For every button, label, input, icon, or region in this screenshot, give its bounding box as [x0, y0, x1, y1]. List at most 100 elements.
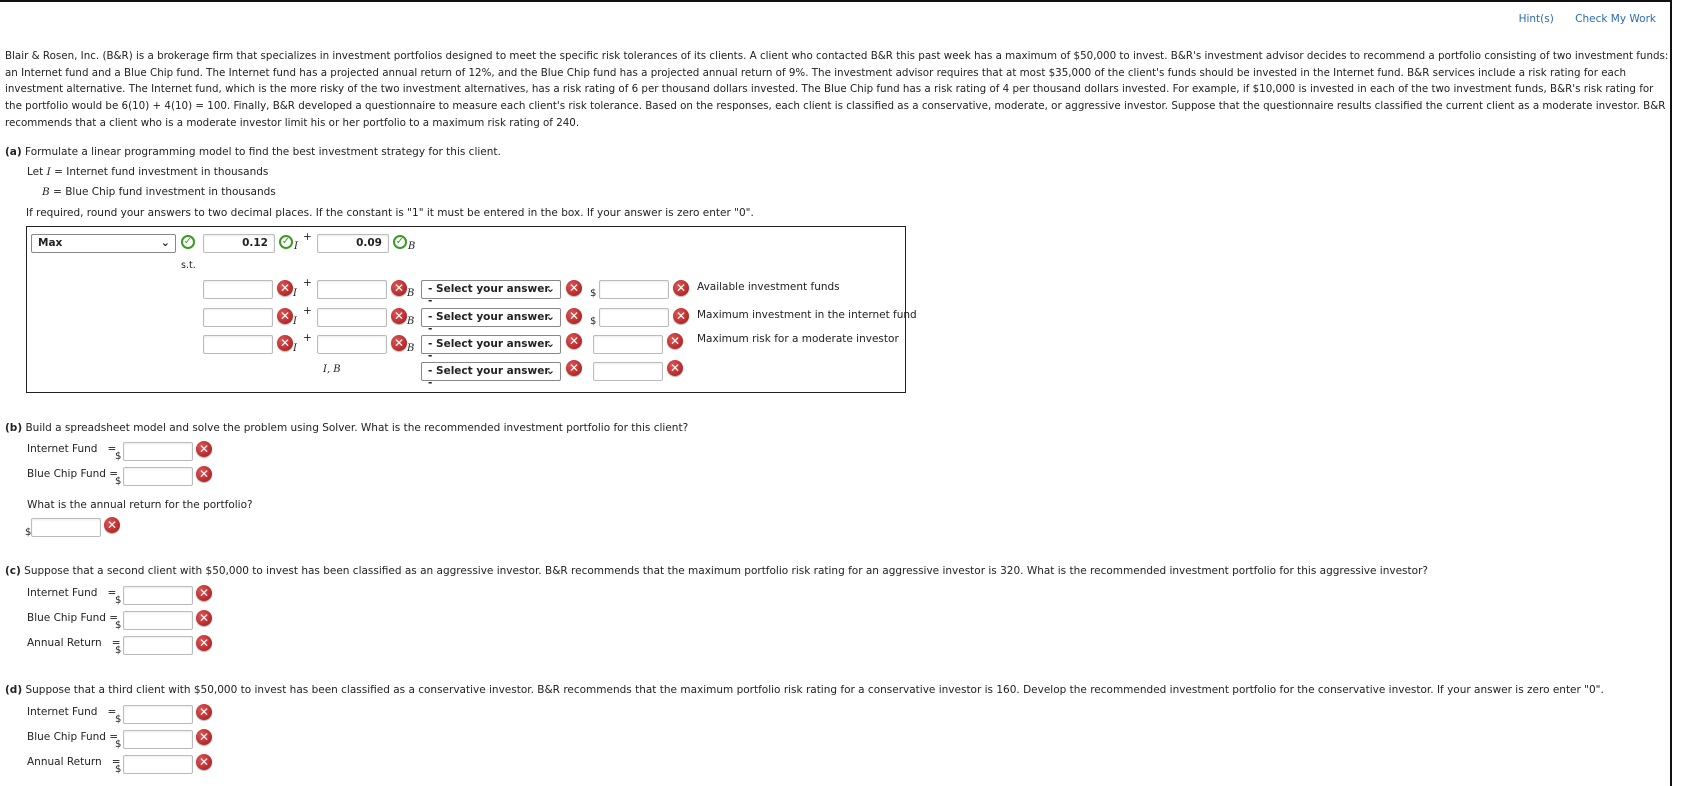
part-d-return-label: Annual Return = — [27, 756, 121, 768]
constraint-3-relation-select[interactable]: - Select your answer - ⌄ — [421, 335, 561, 362]
dollar-sign: $ — [115, 764, 122, 775]
plus-sign: + — [303, 332, 312, 344]
part-b-return-question: What is the annual return for the portfo… — [27, 499, 253, 511]
incorrect-x-icon: ✕ — [196, 441, 212, 457]
incorrect-x-icon: ✕ — [667, 360, 683, 376]
hints-link[interactable]: Hint(s) — [1519, 13, 1554, 25]
dollar-sign: $ — [590, 288, 597, 299]
incorrect-x-icon: ✕ — [566, 308, 582, 324]
problem-statement: Blair & Rosen, Inc. (B&R) is a brokerage… — [5, 50, 1669, 129]
nonneg-relation-select[interactable]: - Select your answer - ⌄ — [421, 362, 561, 389]
part-b-text: Build a spreadsheet model and solve the … — [25, 422, 689, 434]
var-b-subscript: B — [408, 241, 416, 252]
part-d-question: (d) Suppose that a third client with $50… — [5, 684, 1604, 696]
incorrect-x-icon: ✕ — [566, 333, 582, 349]
part-b-return-input[interactable] — [31, 518, 101, 537]
plus-sign: + — [303, 277, 312, 289]
constraint-2-coef-i-input[interactable] — [203, 308, 273, 327]
part-c-internet-label: Internet Fund = — [27, 587, 117, 599]
part-d-return-input[interactable] — [123, 755, 193, 774]
correct-check-icon: ✓ — [279, 235, 293, 249]
dollar-sign: $ — [115, 476, 122, 487]
constraint-3-coef-i-input[interactable] — [203, 335, 273, 354]
part-d-label: (d) — [5, 684, 23, 696]
part-a-question: (a) Formulate a linear programming model… — [5, 146, 501, 158]
var-b-subscript: B — [407, 316, 415, 327]
constraint-1-coef-i-input[interactable] — [203, 280, 273, 299]
incorrect-x-icon: ✕ — [667, 333, 683, 349]
part-c-internet-input[interactable] — [123, 586, 193, 605]
objective-coef-i-input[interactable]: 0.12 — [203, 234, 275, 253]
part-b-bluechip-input[interactable] — [123, 467, 193, 486]
incorrect-x-icon: ✕ — [566, 280, 582, 296]
top-links: Hint(s) Check My Work — [1501, 13, 1656, 25]
incorrect-x-icon: ✕ — [196, 754, 212, 770]
part-c-bluechip-label: Blue Chip Fund = — [27, 612, 119, 624]
incorrect-x-icon: ✕ — [391, 280, 407, 296]
part-b-bluechip-label: Blue Chip Fund = — [27, 468, 119, 480]
part-c-return-input[interactable] — [123, 636, 193, 655]
nonneg-rhs-input[interactable] — [593, 362, 663, 381]
objective-coef-b-input[interactable]: 0.09 — [317, 234, 389, 253]
part-b-question: (b) Build a spreadsheet model and solve … — [5, 422, 688, 434]
dollar-sign: $ — [115, 595, 122, 606]
incorrect-x-icon: ✕ — [277, 280, 293, 296]
lp-model-box: Max ⌄ ✓ 0.12 ✓ I + 0.09 ✓ B s.t. ✕ I + ✕… — [26, 226, 917, 393]
constraint-1-relation-select[interactable]: - Select your answer - ⌄ — [421, 280, 561, 307]
objective-type-select[interactable]: Max ⌄ — [31, 234, 176, 253]
plus-sign: + — [303, 305, 312, 317]
constraint-1-label: Available investment funds — [697, 281, 840, 293]
var-b-definition: B = Blue Chip fund investment in thousan… — [42, 186, 276, 198]
chevron-down-icon: ⌄ — [545, 364, 555, 377]
var-i-subscript: I — [294, 241, 298, 252]
objective-type-value: Max — [38, 237, 63, 249]
var-i-subscript: I — [293, 316, 297, 327]
let-label: Let — [27, 166, 44, 178]
incorrect-x-icon: ✕ — [391, 308, 407, 324]
incorrect-x-icon: ✕ — [196, 704, 212, 720]
check-my-work-link[interactable]: Check My Work — [1575, 13, 1656, 25]
incorrect-x-icon: ✕ — [566, 360, 582, 376]
incorrect-x-icon: ✕ — [196, 610, 212, 626]
part-a-label: (a) — [5, 146, 22, 158]
chevron-down-icon: ⌄ — [545, 310, 555, 323]
incorrect-x-icon: ✕ — [673, 308, 689, 324]
constraint-2-coef-b-input[interactable] — [317, 308, 387, 327]
var-i: I — [46, 166, 51, 178]
constraint-3-coef-b-input[interactable] — [317, 335, 387, 354]
dollar-sign: $ — [115, 620, 122, 631]
part-c-label: (c) — [5, 565, 21, 577]
part-d-internet-input[interactable] — [123, 705, 193, 724]
incorrect-x-icon: ✕ — [673, 280, 689, 296]
constraint-3-label: Maximum risk for a moderate investor — [697, 333, 899, 345]
incorrect-x-icon: ✕ — [196, 729, 212, 745]
constraint-2-relation-select[interactable]: - Select your answer - ⌄ — [421, 308, 561, 335]
chevron-down-icon: ⌄ — [160, 236, 170, 249]
var-i-definition: Let I = Internet fund investment in thou… — [27, 166, 268, 178]
incorrect-x-icon: ✕ — [277, 335, 293, 351]
var-b-subscript: B — [407, 288, 415, 299]
constraint-1-rhs-input[interactable] — [599, 280, 669, 299]
incorrect-x-icon: ✕ — [196, 585, 212, 601]
dollar-sign: $ — [590, 316, 597, 327]
constraint-2-rhs-input[interactable] — [599, 308, 669, 327]
subject-to-label: s.t. — [181, 260, 196, 271]
constraint-1-coef-b-input[interactable] — [317, 280, 387, 299]
part-d-internet-label: Internet Fund = — [27, 706, 117, 718]
part-c-bluechip-input[interactable] — [123, 611, 193, 630]
part-a-text: Formulate a linear programming model to … — [25, 146, 501, 158]
part-c-question: (c) Suppose that a second client with $5… — [5, 565, 1428, 577]
select-placeholder: - Select your answer - — [428, 338, 550, 362]
part-d-bluechip-input[interactable] — [123, 730, 193, 749]
constraint-2-label: Maximum investment in the internet fund — [697, 309, 917, 321]
incorrect-x-icon: ✕ — [391, 335, 407, 351]
var-b: B — [42, 186, 50, 198]
nonneg-vars-label: I, B — [323, 364, 341, 375]
part-b-internet-input[interactable] — [123, 442, 193, 461]
var-b-subscript: B — [407, 343, 415, 354]
correct-check-icon: ✓ — [393, 235, 407, 249]
select-placeholder: - Select your answer - — [428, 365, 550, 389]
part-b-internet-label: Internet Fund = — [27, 443, 117, 455]
var-i-subscript: I — [293, 288, 297, 299]
constraint-3-rhs-input[interactable] — [593, 335, 663, 354]
